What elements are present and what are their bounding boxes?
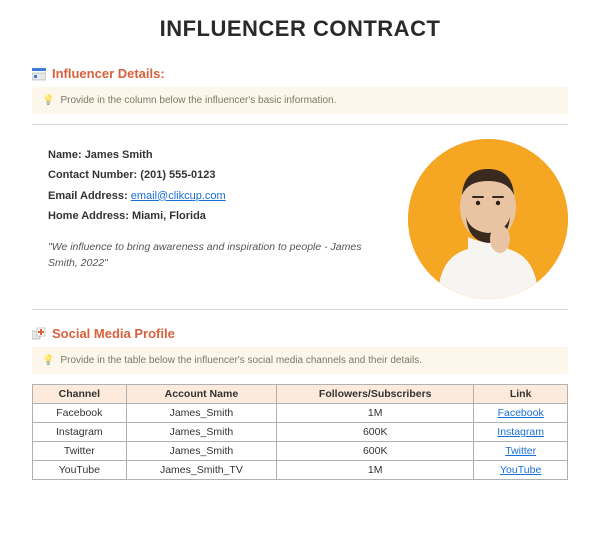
table-row: YouTube James_Smith_TV 1M YouTube: [33, 461, 568, 480]
link-instagram[interactable]: Instagram: [497, 426, 544, 438]
name-value: James Smith: [85, 149, 153, 161]
cell-channel: Twitter: [33, 442, 127, 461]
cell-account: James_Smith_TV: [126, 461, 276, 480]
table-header-row: Channel Account Name Followers/Subscribe…: [33, 385, 568, 404]
cell-followers: 1M: [277, 461, 474, 480]
field-email: Email Address: email@clikcup.com: [48, 186, 378, 206]
th-followers: Followers/Subscribers: [277, 385, 474, 404]
table-row: Facebook James_Smith 1M Facebook: [33, 404, 568, 423]
section-influencer-details-header: Influencer Details:: [32, 66, 568, 81]
field-contact: Contact Number: (201) 555-0123: [48, 165, 378, 185]
hint-social-text: Provide in the table below the influence…: [60, 355, 422, 366]
th-account: Account Name: [126, 385, 276, 404]
contact-value: (201) 555-0123: [140, 169, 215, 181]
cell-link: Instagram: [474, 423, 568, 442]
bulb-icon: 💡: [42, 95, 54, 106]
cell-account: James_Smith: [126, 423, 276, 442]
hint-details: 💡 Provide in the column below the influe…: [32, 87, 568, 114]
cell-channel: YouTube: [33, 461, 127, 480]
cell-link: YouTube: [474, 461, 568, 480]
social-icon: [32, 327, 46, 341]
table-row: Instagram James_Smith 600K Instagram: [33, 423, 568, 442]
cell-channel: Facebook: [33, 404, 127, 423]
cell-link: Twitter: [474, 442, 568, 461]
influencer-details-block: Name: James Smith Contact Number: (201) …: [32, 139, 568, 299]
cell-channel: Instagram: [33, 423, 127, 442]
influencer-quote: "We influence to bring awareness and ins…: [48, 240, 378, 272]
section-social-header: Social Media Profile: [32, 326, 568, 341]
details-icon: [32, 67, 46, 81]
cell-followers: 1M: [277, 404, 474, 423]
home-value: Miami, Florida: [132, 210, 206, 222]
th-link: Link: [474, 385, 568, 404]
document-page: INFLUENCER CONTRACT Influencer Details: …: [0, 0, 600, 500]
cell-link: Facebook: [474, 404, 568, 423]
email-label: Email Address:: [48, 190, 128, 202]
section-title-details: Influencer Details:: [52, 66, 165, 81]
field-home: Home Address: Miami, Florida: [48, 206, 378, 226]
cell-followers: 600K: [277, 423, 474, 442]
email-link[interactable]: email@clikcup.com: [131, 190, 226, 202]
name-label: Name:: [48, 149, 82, 161]
link-youtube[interactable]: YouTube: [500, 464, 541, 476]
th-channel: Channel: [33, 385, 127, 404]
bulb-icon: 💡: [42, 355, 54, 366]
cell-account: James_Smith: [126, 442, 276, 461]
social-table: Channel Account Name Followers/Subscribe…: [32, 384, 568, 480]
contact-label: Contact Number:: [48, 169, 137, 181]
link-facebook[interactable]: Facebook: [498, 407, 544, 419]
cell-account: James_Smith: [126, 404, 276, 423]
influencer-avatar: [408, 139, 568, 299]
hint-social: 💡 Provide in the table below the influen…: [32, 347, 568, 374]
link-twitter[interactable]: Twitter: [505, 445, 536, 457]
field-name: Name: James Smith: [48, 145, 378, 165]
table-row: Twitter James_Smith 600K Twitter: [33, 442, 568, 461]
divider: [32, 124, 568, 125]
cell-followers: 600K: [277, 442, 474, 461]
divider: [32, 309, 568, 310]
influencer-text: Name: James Smith Contact Number: (201) …: [48, 139, 378, 272]
home-label: Home Address:: [48, 210, 129, 222]
section-title-social: Social Media Profile: [52, 326, 175, 341]
hint-details-text: Provide in the column below the influenc…: [60, 95, 336, 106]
page-title: INFLUENCER CONTRACT: [32, 16, 568, 42]
